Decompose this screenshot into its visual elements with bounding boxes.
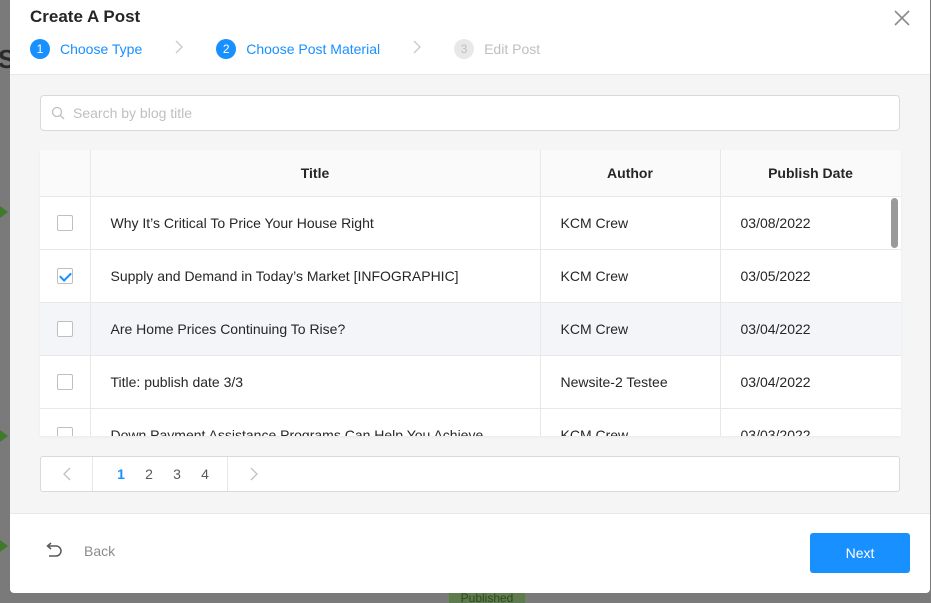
row-publish-date: 03/03/2022 [720,408,901,436]
row-checkbox[interactable] [56,374,73,391]
row-select-cell [40,249,91,303]
next-button[interactable]: Next [810,533,910,573]
pagination: 1 2 3 4 [40,456,900,492]
row-title: Title: publish date 3/3 [90,355,541,409]
table-scrollbar[interactable] [891,198,898,248]
table-header-row: Title Author Publish Date [40,150,901,197]
chevron-right-icon [250,467,258,481]
search-input[interactable] [73,105,873,121]
row-author: Newsite-2 Testee [540,355,721,409]
pagination-next-button[interactable] [228,457,280,491]
step-number: 3 [454,39,475,59]
back-button[interactable]: Back [44,542,115,560]
row-title: Are Home Prices Continuing To Rise? [90,302,541,356]
pagination-page-3[interactable]: 3 [163,466,191,482]
pagination-page-4[interactable]: 4 [191,466,219,482]
step-choose-type[interactable]: 1 Choose Type [30,39,142,59]
row-publish-date: 03/04/2022 [720,302,901,356]
steps-bar: 1 Choose Type 2 Choose Post Material 3 E… [30,38,540,60]
column-header-author[interactable]: Author [540,150,721,197]
table-row[interactable]: Why It’s Critical To Price Your House Ri… [40,196,901,250]
search-box[interactable] [40,95,900,131]
pagination-page-2[interactable]: 2 [135,466,163,482]
row-checkbox[interactable] [56,321,73,338]
row-author: KCM Crew [540,408,721,436]
row-checkbox[interactable] [56,268,73,285]
table-row[interactable]: Supply and Demand in Today’s Market [INF… [40,249,901,303]
column-header-select [40,150,91,197]
background-marker [0,206,8,218]
row-author: KCM Crew [540,302,721,356]
step-number: 2 [216,39,237,59]
pagination-pages: 1 2 3 4 [93,457,228,491]
row-select-cell [40,355,91,409]
table-row[interactable]: Title: publish date 3/3 Newsite-2 Testee… [40,355,901,409]
row-title: Why It’s Critical To Price Your House Ri… [90,196,541,250]
step-label: Choose Post Material [246,41,381,57]
undo-icon [46,542,62,557]
step-number: 1 [30,39,50,59]
pagination-prev-button[interactable] [41,457,93,491]
modal-title: Create A Post [30,7,141,26]
row-checkbox[interactable] [56,215,73,232]
row-select-cell [40,302,91,356]
column-header-title[interactable]: Title [90,150,541,197]
row-publish-date: 03/04/2022 [720,355,901,409]
footer-divider [10,513,930,514]
close-icon[interactable] [892,8,912,28]
background-marker [0,540,8,552]
row-publish-date: 03/08/2022 [720,196,901,250]
step-edit-post[interactable]: 3 Edit Post [454,39,540,59]
column-header-publish-date[interactable]: Publish Date [720,150,901,197]
row-select-cell [40,408,91,436]
blog-table: Title Author Publish Date Why It’s Criti… [40,150,901,436]
step-label: Choose Type [60,41,143,57]
background-marker [0,430,8,442]
create-post-modal: Create A Post 1 Choose Type 2 Choose Pos… [10,0,930,593]
row-select-cell [40,196,91,250]
chevron-left-icon [62,467,70,481]
chevron-right-icon [412,40,422,59]
pagination-page-1[interactable]: 1 [107,466,135,482]
back-label: Back [84,543,116,559]
row-title: Down Payment Assistance Programs Can Hel… [90,408,541,436]
row-author: KCM Crew [540,196,721,250]
row-title: Supply and Demand in Today’s Market [INF… [90,249,541,303]
step-choose-post-material[interactable]: 2 Choose Post Material [216,39,380,59]
row-author: KCM Crew [540,249,721,303]
row-checkbox[interactable] [56,427,73,436]
chevron-right-icon [174,40,184,59]
table-row[interactable]: Are Home Prices Continuing To Rise? KCM … [40,302,901,356]
row-publish-date: 03/05/2022 [720,249,901,303]
table-row[interactable]: Down Payment Assistance Programs Can Hel… [40,408,901,436]
search-icon [51,106,65,120]
step-label: Edit Post [484,41,541,57]
